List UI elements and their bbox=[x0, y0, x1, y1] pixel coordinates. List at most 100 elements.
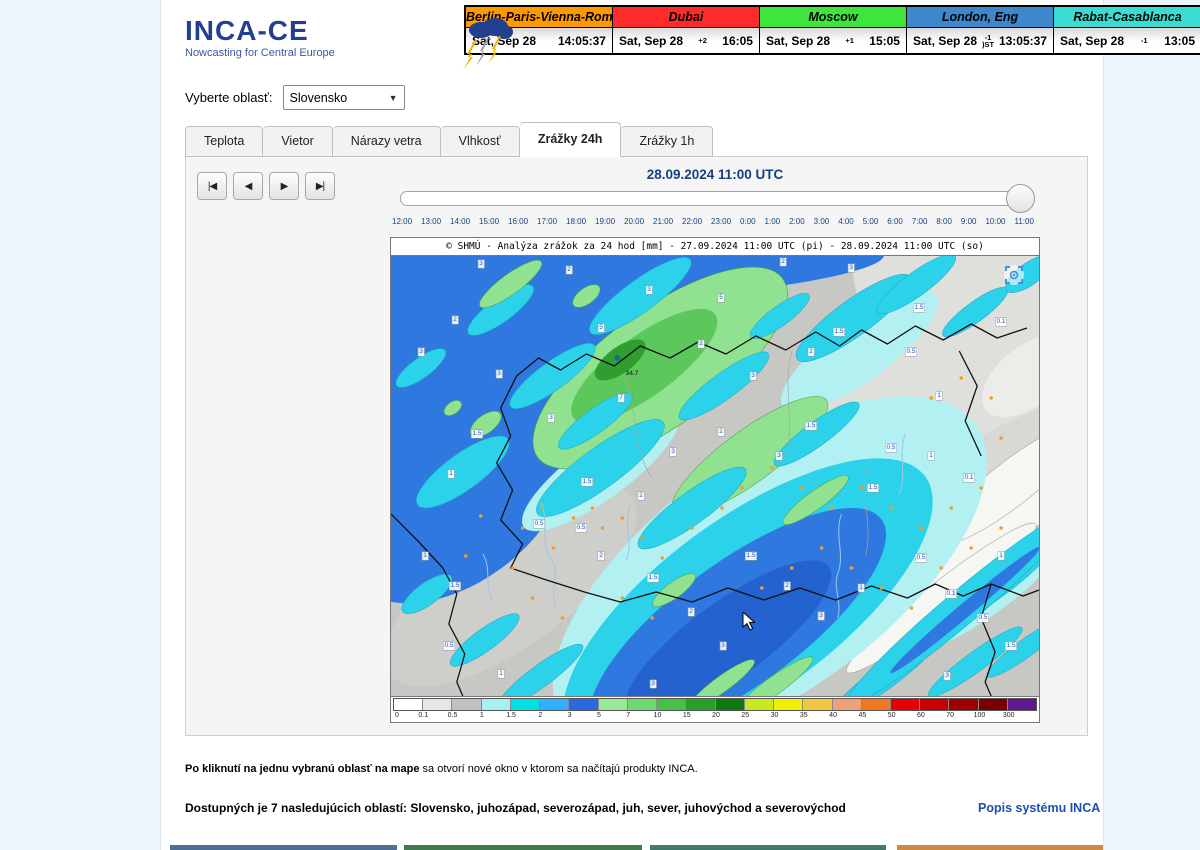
clock-offset-note: )ST bbox=[982, 41, 994, 48]
legend-cell bbox=[774, 699, 803, 710]
clock-city-name: Rabat-Casablanca bbox=[1054, 7, 1200, 28]
legend-label: 70 bbox=[946, 712, 954, 719]
time-tick: 20:00 bbox=[624, 217, 644, 226]
clock-offset: +1 bbox=[845, 37, 854, 44]
legend-label: 35 bbox=[800, 712, 808, 719]
clock-date: Sat, Sep 28 bbox=[913, 34, 977, 48]
legend-label: 7 bbox=[626, 712, 630, 719]
legend-cell bbox=[803, 699, 832, 710]
precipitation-map-frame: © SHMÚ - Analýza zrážok za 24 hod [mm] -… bbox=[390, 237, 1040, 723]
legend-label: 0.1 bbox=[418, 712, 428, 719]
note-rest: sa otvorí nové okno v ktorom sa načítajú… bbox=[420, 763, 698, 775]
precipitation-contours bbox=[391, 256, 1039, 696]
clock-time: 15:05 bbox=[869, 34, 900, 48]
tab-teplota[interactable]: Teplota bbox=[185, 126, 263, 157]
mouse-cursor bbox=[742, 612, 756, 632]
regions-note: Dostupných je 7 nasledujúcich oblastí: S… bbox=[185, 801, 846, 815]
map-click-note: Po kliknutí na jednu vybranú oblasť na m… bbox=[185, 763, 698, 775]
time-tick: 18:00 bbox=[566, 217, 586, 226]
time-tick: 11:00 bbox=[1014, 217, 1033, 226]
legend-cell bbox=[686, 699, 715, 710]
legend-label: 20 bbox=[712, 712, 720, 719]
time-tick: 9:00 bbox=[961, 217, 977, 226]
map-title: © SHMÚ - Analýza zrážok za 24 hod [mm] -… bbox=[391, 238, 1039, 256]
clock-city-name: Dubai bbox=[613, 7, 760, 28]
legend-cell bbox=[833, 699, 862, 710]
legend-cell bbox=[979, 699, 1008, 710]
legend-label: 10 bbox=[654, 712, 662, 719]
legend-cell bbox=[569, 699, 598, 710]
prev-frame-button[interactable]: ◀ bbox=[233, 172, 263, 200]
first-frame-button[interactable]: |◀ bbox=[197, 172, 227, 200]
legend-label: 0.5 bbox=[448, 712, 458, 719]
time-slider-handle[interactable] bbox=[1006, 184, 1035, 213]
legend-label: 100 bbox=[974, 712, 986, 719]
time-tick: 2:00 bbox=[789, 217, 805, 226]
legend-cell bbox=[716, 699, 745, 710]
region-preview-bar bbox=[170, 845, 397, 850]
legend-label: 1 bbox=[480, 712, 484, 719]
clock-time: 13:05:37 bbox=[999, 34, 1047, 48]
legend-color-bar bbox=[393, 698, 1037, 711]
tab-narazy-vetra[interactable]: Nárazy vetra bbox=[333, 126, 441, 157]
legend-cell bbox=[511, 699, 540, 710]
legend-cell bbox=[745, 699, 774, 710]
clock-city-time: Sat, Sep 28-113:05 bbox=[1054, 28, 1200, 53]
legend-label: 45 bbox=[858, 712, 866, 719]
region-select[interactable]: Slovensko ▼ bbox=[283, 85, 405, 110]
map-datetime-title: 28.09.2024 11:00 UTC bbox=[390, 167, 1040, 182]
time-slider-track[interactable] bbox=[400, 191, 1034, 206]
legend-cell bbox=[628, 699, 657, 710]
popis-systemu-inca-link[interactable]: Popis systému INCA bbox=[978, 801, 1100, 815]
clock-date: Sat, Sep 28 bbox=[766, 34, 830, 48]
legend-cell bbox=[891, 699, 920, 710]
time-tick: 1:00 bbox=[765, 217, 781, 226]
inca-page: Berlin-Paris-Vienna-Roma Dubai Moscow Lo… bbox=[0, 0, 1200, 850]
clock-time: 16:05 bbox=[722, 34, 753, 48]
clock-offset: -1 bbox=[1141, 37, 1148, 44]
region-select-value: Slovensko bbox=[290, 91, 348, 105]
tab-vietor[interactable]: Vietor bbox=[263, 126, 332, 157]
last-frame-button[interactable]: ▶| bbox=[305, 172, 335, 200]
next-frame-button[interactable]: ▶ bbox=[269, 172, 299, 200]
time-tick: 17:00 bbox=[537, 217, 557, 226]
clock-city-name: London, Eng bbox=[907, 7, 1054, 28]
legend-cell bbox=[1008, 699, 1036, 710]
legend-label: 60 bbox=[917, 712, 925, 719]
region-preview-bar bbox=[650, 845, 886, 850]
time-tick: 7:00 bbox=[912, 217, 928, 226]
region-preview-bar bbox=[897, 845, 1103, 850]
precipitation-map[interactable]: 3233251.50.13325734.72321.50.511.5131.53… bbox=[391, 256, 1039, 696]
storm-cloud-icon bbox=[457, 16, 515, 72]
legend-cell bbox=[540, 699, 569, 710]
product-tabs: Teplota Vietor Nárazy vetra Vlhkosť Zráž… bbox=[185, 124, 713, 157]
legend-label: 3 bbox=[568, 712, 572, 719]
legend-cell bbox=[394, 699, 423, 710]
time-tick: 16:00 bbox=[508, 217, 528, 226]
tab-vlhkost[interactable]: Vlhkosť bbox=[441, 126, 520, 157]
legend-cell bbox=[599, 699, 628, 710]
logo-title: INCA-CE bbox=[185, 16, 405, 46]
time-tick: 10:00 bbox=[985, 217, 1005, 226]
legend-cell bbox=[482, 699, 511, 710]
legend-label: 0 bbox=[395, 712, 399, 719]
time-tick: 12:00 bbox=[392, 217, 412, 226]
time-tick: 21:00 bbox=[653, 217, 673, 226]
tab-zrazky-24h[interactable]: Zrážky 24h bbox=[520, 122, 622, 157]
time-tick: 22:00 bbox=[682, 217, 702, 226]
precipitation-legend: 00.10.511.523571015202530354045506070100… bbox=[391, 696, 1039, 722]
legend-cell bbox=[862, 699, 891, 710]
time-tick-labels: 12:0013:0014:0015:0016:0017:0018:0019:00… bbox=[392, 217, 1034, 226]
fullscreen-icon[interactable] bbox=[1003, 264, 1025, 286]
time-tick: 5:00 bbox=[863, 217, 879, 226]
note-bold: Po kliknutí na jednu vybranú oblasť na m… bbox=[185, 763, 420, 775]
tab-zrazky-1h[interactable]: Zrážky 1h bbox=[621, 126, 713, 157]
clock-date: Sat, Sep 28 bbox=[619, 34, 683, 48]
time-tick: 3:00 bbox=[814, 217, 830, 226]
inca-logo: INCA-CE Nowcasting for Central Europe bbox=[185, 16, 405, 59]
time-tick: 14:00 bbox=[450, 217, 470, 226]
legend-cell bbox=[423, 699, 452, 710]
time-tick: 6:00 bbox=[887, 217, 903, 226]
legend-cell bbox=[657, 699, 686, 710]
chevron-down-icon: ▼ bbox=[389, 93, 398, 103]
